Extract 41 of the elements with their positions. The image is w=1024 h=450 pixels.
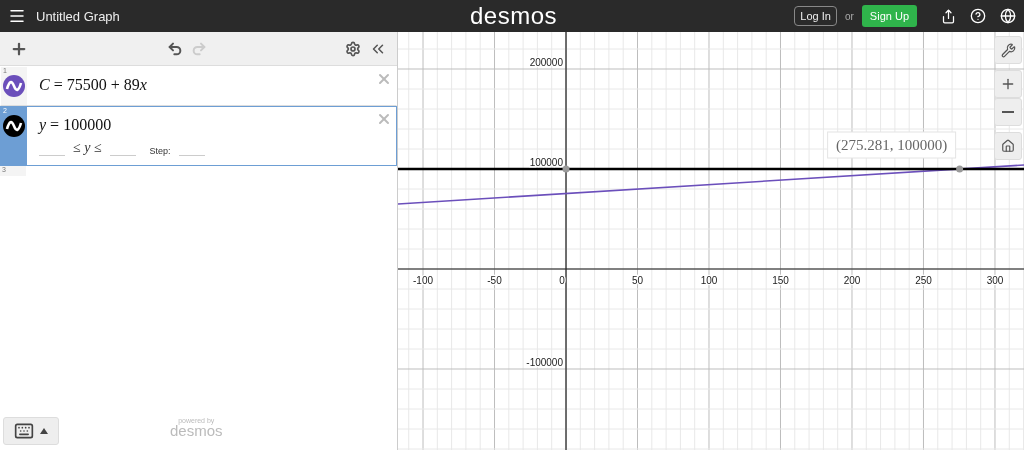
coordinate-label: (275.281, 100000) [836, 137, 948, 153]
caret-icon [40, 428, 48, 434]
expression-text[interactable]: y = 100000 [39, 116, 384, 134]
undo-icon[interactable] [166, 40, 183, 57]
axis-label: -100000 [526, 357, 563, 368]
brand-logo: desmos [170, 424, 223, 438]
function-icon[interactable] [3, 115, 25, 137]
wrench-icon[interactable] [994, 36, 1022, 64]
keyboard-button[interactable] [3, 417, 59, 445]
zoom-out-button[interactable] [994, 98, 1022, 126]
axis-label: 200000 [529, 57, 563, 68]
axis-label: 250 [915, 275, 932, 286]
logo: desmos [470, 2, 558, 30]
axis-label: 200 [843, 275, 861, 286]
plus-icon [1000, 76, 1016, 92]
axis-label: 0 [559, 275, 565, 286]
axis-label: -50 [487, 275, 502, 286]
axis-label: -100 [413, 275, 434, 286]
axis-label: 100 [700, 275, 718, 286]
point-marker[interactable] [956, 165, 964, 173]
help-icon[interactable] [970, 8, 986, 24]
keyboard-icon [14, 421, 34, 441]
domain-text: ≤ y ≤ [73, 140, 102, 156]
axis-label: 50 [631, 275, 644, 286]
login-button[interactable]: Log In [794, 6, 837, 26]
menu-icon[interactable] [8, 7, 26, 25]
minus-icon [1002, 111, 1014, 113]
globe-icon[interactable] [1000, 8, 1016, 24]
expression-text[interactable]: C = 75500 + 89x [39, 76, 384, 94]
axis-label: 150 [772, 275, 789, 286]
zoom-in-button[interactable] [994, 70, 1022, 98]
function-icon[interactable] [3, 75, 25, 97]
axis-label: 300 [986, 275, 1004, 286]
or-label: or [844, 10, 854, 22]
point-marker[interactable] [562, 165, 570, 173]
axis-label: 100000 [529, 157, 563, 168]
step-label: Step: [149, 146, 171, 156]
share-icon[interactable] [941, 8, 956, 24]
graph-title: Untitled Graph [36, 8, 120, 24]
home-icon[interactable] [994, 132, 1022, 160]
settings-icon[interactable] [345, 40, 361, 57]
